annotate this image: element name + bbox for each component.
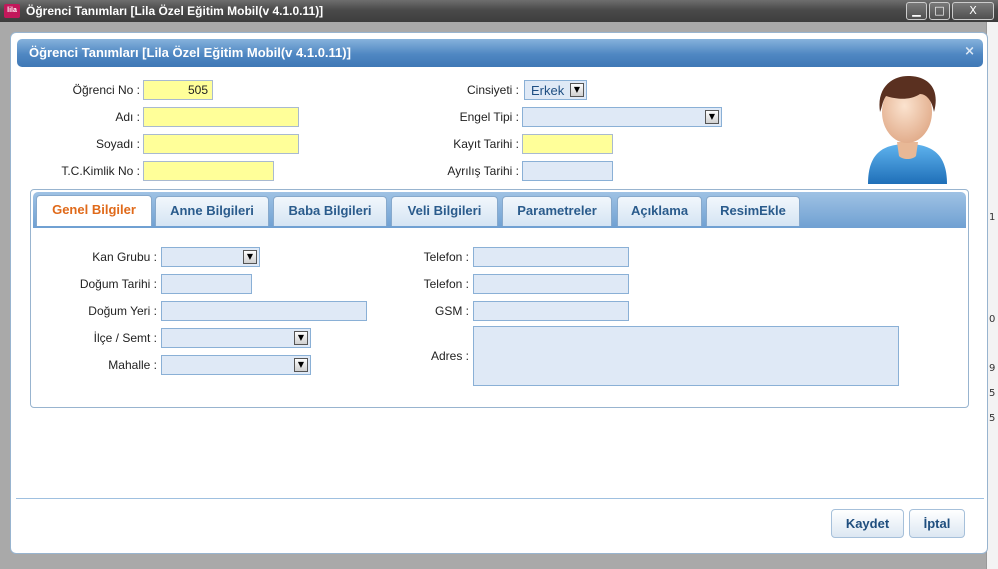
kayit-tarihi-label: Kayıt Tarihi : (453, 137, 519, 151)
student-photo-avatar[interactable] (860, 72, 955, 184)
engel-tipi-label: Engel Tipi : (459, 110, 519, 124)
chevron-down-icon[interactable]: ▼ (294, 358, 308, 372)
kayit-tarihi-input[interactable] (522, 134, 613, 154)
ad-label: Adı : (115, 110, 140, 124)
dogum-yeri-label: Doğum Yeri : (88, 304, 157, 318)
gsm-label: GSM : (434, 304, 469, 318)
kan-grubu-label: Kan Grubu : (92, 250, 157, 264)
bg-char: 9 (989, 363, 996, 374)
telefon-2-label: Telefon : (423, 277, 469, 291)
window-close-button[interactable]: X (952, 2, 994, 20)
tab-baba-bilgileri[interactable]: Baba Bilgileri (273, 196, 387, 226)
telefon-1-label: Telefon : (423, 250, 469, 264)
dogum-tarihi-input[interactable] (161, 274, 252, 294)
ogrenci-no-label: Öğrenci No : (72, 83, 140, 97)
cinsiyet-label: Cinsiyeti : (466, 83, 519, 97)
dialog-title: Öğrenci Tanımları [Lila Özel Eğitim Mobi… (29, 45, 351, 60)
minimize-button[interactable]: ▁ (906, 2, 927, 20)
tab-genel-bilgiler[interactable]: Genel Bilgiler (36, 195, 152, 226)
tc-kimlik-label: T.C.Kimlik No : (61, 164, 140, 178)
adres-label: Adres : (430, 349, 469, 363)
cinsiyet-select[interactable]: Erkek ▼ (524, 80, 587, 100)
mahalle-select[interactable]: ▼ (161, 355, 311, 375)
tab-parametreler[interactable]: Parametreler (502, 196, 612, 226)
gsm-input[interactable] (473, 301, 629, 321)
dogum-yeri-input[interactable] (161, 301, 367, 321)
bg-char: 5 (989, 413, 996, 424)
ilce-semt-label: İlçe / Semt : (93, 331, 157, 345)
soyad-label: Soyadı : (95, 137, 140, 151)
window-controls: ▁ □ X (906, 2, 994, 20)
engel-tipi-select[interactable]: ▼ (522, 107, 722, 127)
adres-textarea[interactable] (473, 326, 899, 386)
dialog-header[interactable]: Öğrenci Tanımları [Lila Özel Eğitim Mobi… (17, 39, 983, 67)
maximize-button[interactable]: □ (929, 2, 950, 20)
window-title: Öğrenci Tanımları [Lila Özel Eğitim Mobi… (26, 4, 324, 18)
chevron-down-icon[interactable]: ▼ (294, 331, 308, 345)
save-button[interactable]: Kaydet (831, 509, 904, 538)
tab-anne-bilgileri[interactable]: Anne Bilgileri (155, 196, 269, 226)
dialog-close-icon[interactable]: × (964, 44, 975, 59)
tab-veli-bilgileri[interactable]: Veli Bilgileri (391, 196, 498, 226)
mahalle-label: Mahalle : (108, 358, 157, 372)
window-titlebar[interactable]: lila Öğrenci Tanımları [Lila Özel Eğitim… (0, 0, 998, 22)
app-icon: lila (4, 4, 20, 18)
cinsiyet-value: Erkek (531, 83, 565, 98)
tc-kimlik-input[interactable] (143, 161, 274, 181)
chevron-down-icon[interactable]: ▼ (705, 110, 719, 124)
bg-char: 5 (989, 388, 996, 399)
cancel-button[interactable]: İptal (909, 509, 965, 538)
chevron-down-icon[interactable]: ▼ (243, 250, 257, 264)
tab-aciklama[interactable]: Açıklama (617, 196, 702, 226)
ayrilis-tarihi-label: Ayrılış Tarihi : (447, 164, 519, 178)
telefon-2-input[interactable] (473, 274, 629, 294)
ilce-semt-select[interactable]: ▼ (161, 328, 311, 348)
ayrilis-tarihi-input[interactable] (522, 161, 613, 181)
dogum-tarihi-label: Doğum Tarihi : (79, 277, 157, 291)
footer-divider (16, 498, 984, 499)
telefon-1-input[interactable] (473, 247, 629, 267)
bg-char: 0 (989, 314, 996, 325)
ogrenci-no-input[interactable]: 505 (143, 80, 213, 100)
soyad-input[interactable] (143, 134, 299, 154)
chevron-down-icon[interactable]: ▼ (570, 83, 584, 97)
bg-char: 1 (989, 212, 996, 223)
ad-input[interactable] (143, 107, 299, 127)
tab-resim-ekle[interactable]: ResimEkle (706, 196, 800, 226)
kan-grubu-select[interactable]: ▼ (161, 247, 260, 267)
